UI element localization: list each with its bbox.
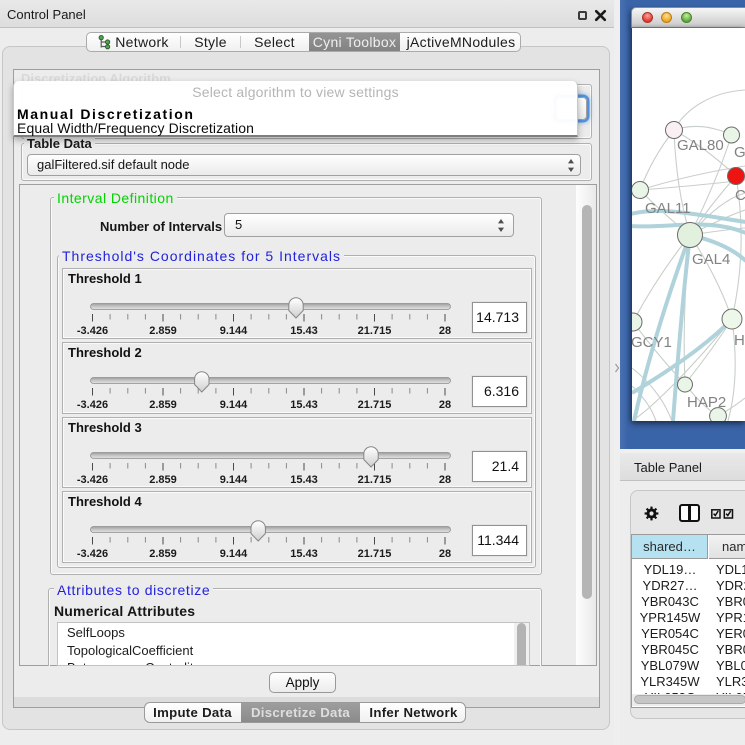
svg-text:9.144: 9.144 xyxy=(220,325,248,337)
svg-text:21.715: 21.715 xyxy=(358,399,392,411)
svg-text:H: H xyxy=(734,332,745,349)
svg-text:2.859: 2.859 xyxy=(149,399,177,411)
svg-text:-3.426: -3.426 xyxy=(77,474,108,486)
svg-text:15.43: 15.43 xyxy=(290,399,318,411)
svg-text:15.43: 15.43 xyxy=(290,548,318,560)
svg-text:GAL11: GAL11 xyxy=(645,200,691,217)
svg-text:GAL4: GAL4 xyxy=(692,251,730,268)
svg-text:28: 28 xyxy=(439,399,451,411)
svg-text:2.859: 2.859 xyxy=(149,325,177,337)
svg-text:-3.426: -3.426 xyxy=(77,325,108,337)
svg-text:HAP2: HAP2 xyxy=(687,394,726,411)
svg-text:28: 28 xyxy=(439,548,451,560)
svg-text:2.859: 2.859 xyxy=(149,474,177,486)
svg-text:15.43: 15.43 xyxy=(290,474,318,486)
svg-text:GA: GA xyxy=(734,144,745,161)
svg-text:-3.426: -3.426 xyxy=(77,548,108,560)
svg-text:28: 28 xyxy=(439,325,451,337)
svg-text:15.43: 15.43 xyxy=(290,325,318,337)
svg-text:GCY1: GCY1 xyxy=(632,334,672,351)
svg-text:28: 28 xyxy=(439,474,451,486)
svg-text:21.715: 21.715 xyxy=(358,548,392,560)
svg-text:21.715: 21.715 xyxy=(358,474,392,486)
svg-text:21.715: 21.715 xyxy=(358,325,392,337)
svg-text:C: C xyxy=(735,187,745,204)
svg-text:9.144: 9.144 xyxy=(220,399,248,411)
svg-text:GAL80: GAL80 xyxy=(677,137,724,154)
svg-text:9.144: 9.144 xyxy=(220,548,248,560)
svg-text:2.859: 2.859 xyxy=(149,548,177,560)
svg-text:-3.426: -3.426 xyxy=(77,399,108,411)
svg-text:9.144: 9.144 xyxy=(220,474,248,486)
